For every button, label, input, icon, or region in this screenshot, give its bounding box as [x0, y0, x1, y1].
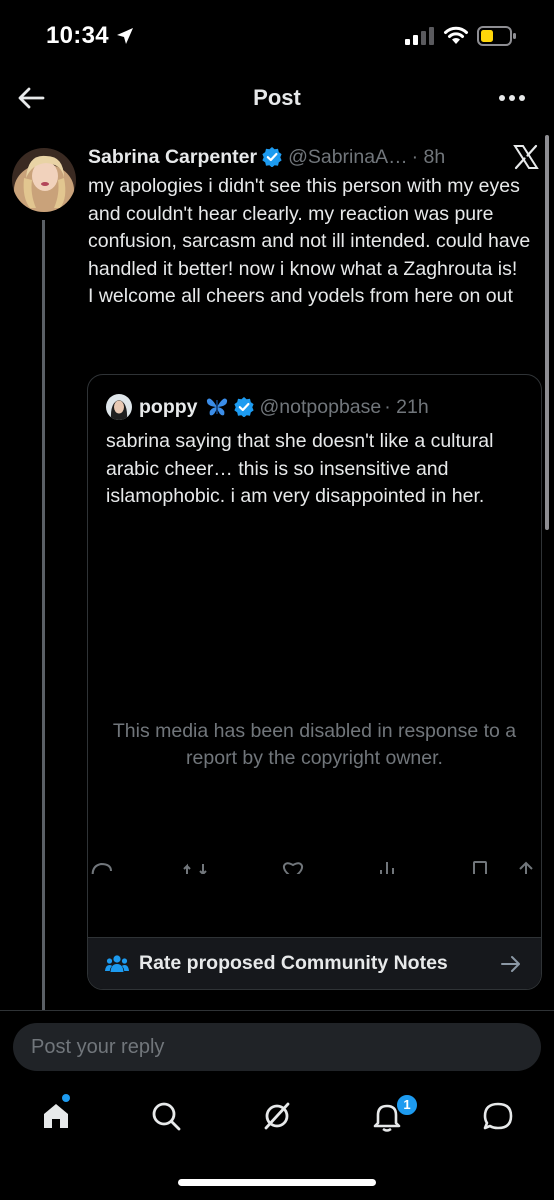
- status-time: 10:34: [46, 22, 109, 49]
- home-indicator: [178, 1179, 376, 1186]
- quoted-post-text: sabrina saying that she doesn't like a c…: [106, 430, 494, 507]
- community-notes-label: Rate proposed Community Notes: [139, 952, 448, 974]
- verified-badge-icon: [262, 147, 282, 167]
- tab-search[interactable]: [146, 1096, 186, 1136]
- share-icon[interactable]: [516, 860, 536, 874]
- status-bar: 10:34: [0, 0, 554, 70]
- top-navigation-bar: Post: [0, 70, 554, 128]
- post-text: my apologies i didn't see this person wi…: [88, 175, 531, 307]
- tab-home[interactable]: [36, 1096, 76, 1136]
- grok-icon: [264, 1102, 290, 1130]
- arrow-right-icon: [501, 956, 520, 972]
- reply-icon[interactable]: [90, 860, 112, 874]
- post-author-line: Sabrina Carpenter @SabrinaA… · 8h: [88, 144, 445, 170]
- quoted-post-card[interactable]: poppy @notpopbase · 21h sabrina saying t…: [87, 374, 542, 990]
- butterfly-emoji-icon: [206, 398, 227, 416]
- home-icon: [44, 1104, 68, 1128]
- repost-icon[interactable]: [183, 860, 207, 874]
- scrollbar[interactable]: [545, 135, 549, 530]
- x-logo-icon: [513, 144, 539, 170]
- quoted-author-line: poppy @notpopbase · 21h: [106, 393, 429, 421]
- quoted-verified-badge-icon: [233, 397, 254, 417]
- media-disabled-notice: This media has been disabled in response…: [112, 720, 517, 769]
- author-name[interactable]: Sabrina Carpenter: [88, 146, 257, 169]
- community-notes-bar[interactable]: Rate proposed Community Notes: [88, 937, 541, 989]
- battery-icon: [477, 26, 516, 46]
- quoted-post-time: · 21h: [384, 395, 429, 418]
- author-handle[interactable]: @SabrinaA…: [288, 146, 408, 169]
- reply-input[interactable]: [13, 1023, 541, 1071]
- bookmark-icon[interactable]: [470, 860, 490, 874]
- tab-grok[interactable]: [257, 1096, 297, 1136]
- location-arrow-icon: [117, 28, 133, 44]
- post-actions-row: [0, 858, 554, 874]
- page-title: Post: [253, 85, 301, 110]
- views-icon[interactable]: [378, 860, 400, 874]
- thread-line: [42, 220, 45, 1020]
- quoted-author-avatar[interactable]: [106, 394, 132, 420]
- chat-bubble-icon: [483, 1102, 513, 1130]
- wifi-icon: [444, 26, 468, 44]
- quoted-author-handle[interactable]: @notpopbase: [260, 396, 382, 419]
- search-icon: [152, 1102, 181, 1131]
- post-time: · 8h: [411, 145, 446, 168]
- like-icon[interactable]: [282, 860, 304, 874]
- home-unread-dot: [62, 1094, 70, 1102]
- notifications-badge: 1: [396, 1094, 418, 1116]
- people-icon: [105, 955, 129, 972]
- cellular-signal-icon: [405, 27, 434, 45]
- tab-messages[interactable]: [478, 1096, 518, 1136]
- reply-bar: [0, 1010, 554, 1083]
- quoted-author-name[interactable]: poppy: [139, 396, 198, 419]
- author-avatar[interactable]: [12, 148, 76, 212]
- more-options-icon[interactable]: [498, 94, 526, 102]
